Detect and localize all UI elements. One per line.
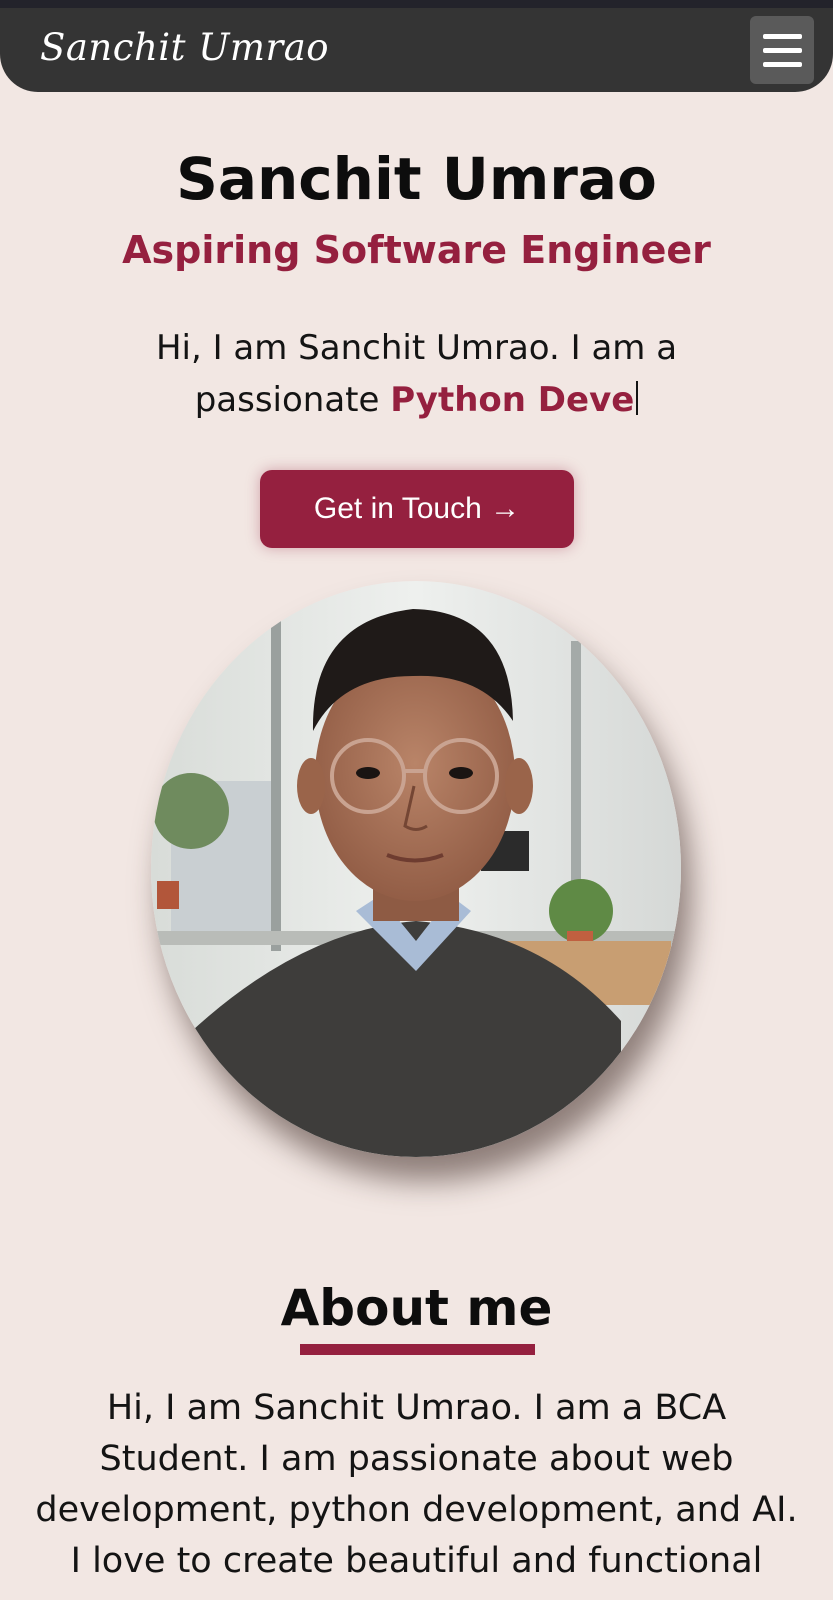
hamburger-menu-icon[interactable] [750,16,814,84]
about-title: About me [280,1279,553,1337]
profile-photo [151,581,681,1157]
brand-logo-text[interactable]: Sanchit Umrao [40,26,329,69]
about-title-underline [300,1344,535,1355]
about-text: Hi, I am Sanchit Umrao. I am a BCA Stude… [35,1388,798,1581]
typing-caret [636,381,639,415]
typed-text: Python Deve [390,380,635,420]
menu-bar [763,34,802,39]
hero-intro: Hi, I am Sanchit Umrao. I am a passionat… [150,322,683,426]
get-in-touch-button[interactable]: Get in Touch → [260,470,574,548]
hero-role: Aspiring Software Engineer [122,228,711,272]
hero-name: Sanchit Umrao [176,145,657,213]
navbar: Sanchit Umrao [0,8,833,92]
menu-bar [763,62,802,67]
menu-bar [763,48,802,53]
top-status-strip [0,0,833,8]
